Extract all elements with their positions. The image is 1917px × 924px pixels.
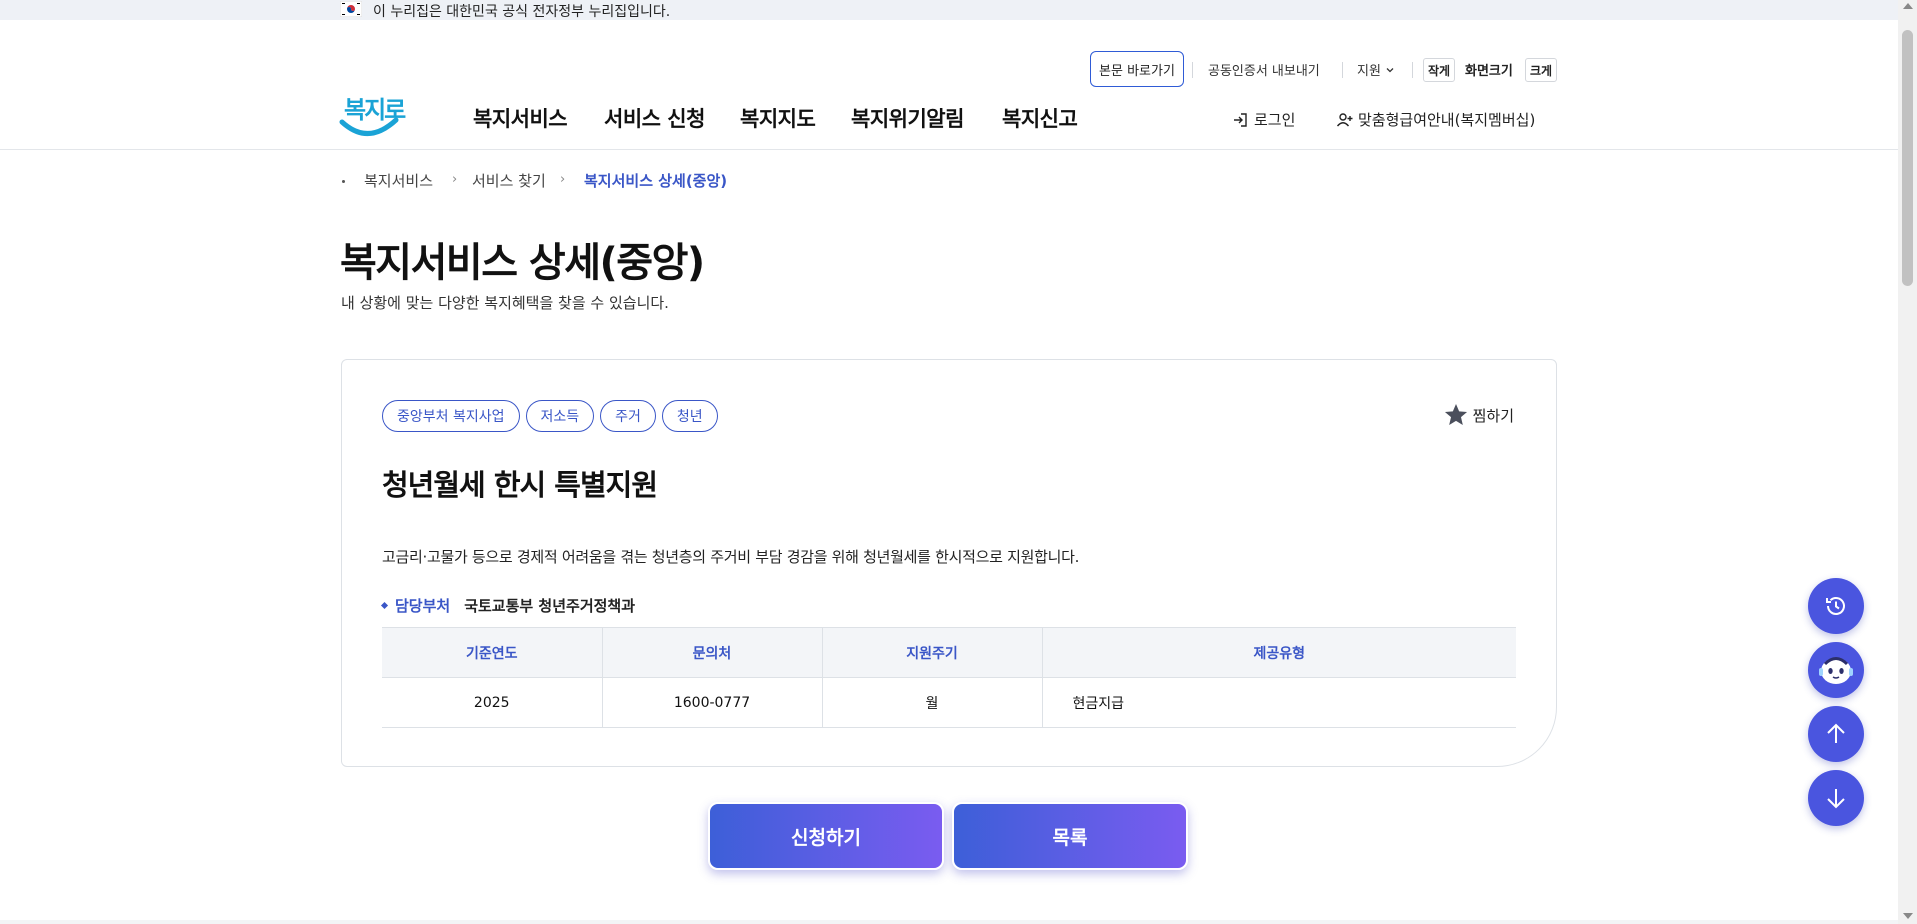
apply-button[interactable]: 신청하기 — [708, 802, 944, 870]
table-cell-type: 현금지급 — [1042, 677, 1516, 728]
breadcrumb-current: 복지서비스 상세(중앙) — [584, 172, 728, 190]
login-link[interactable]: 로그인 — [1232, 109, 1295, 130]
login-icon — [1234, 112, 1247, 127]
skip-to-content-button[interactable]: 본문 바로가기 — [1090, 51, 1184, 87]
gov-banner: 이 누리집은 대한민국 공식 전자정부 누리집입니다. — [0, 0, 1898, 20]
breadcrumb-item[interactable]: 복지서비스 — [364, 170, 433, 191]
font-large-button[interactable]: 크게 — [1525, 58, 1557, 82]
table-header: 기준연도 — [382, 627, 603, 678]
service-info-table: 기준연도 문의처 지원주기 제공유형 2025 1600-0777 월 현금지급 — [382, 627, 1516, 728]
chevron-down-icon — [1386, 67, 1394, 72]
table-header: 제공유형 — [1042, 627, 1516, 678]
service-tag: 주거 — [600, 400, 656, 432]
scroll-up-arrow-icon[interactable] — [1903, 3, 1913, 9]
arrow-down-icon — [1827, 789, 1845, 809]
chevron-right-icon: › — [452, 172, 458, 187]
font-size-label: 화면크기 — [1465, 64, 1513, 79]
page-bottom-edge — [0, 920, 1898, 924]
breadcrumb-item[interactable]: 서비스 찾기 — [472, 170, 546, 191]
table-row: 2025 1600-0777 월 현금지급 — [382, 677, 1516, 728]
service-tag: 청년 — [661, 400, 718, 432]
site-header: 본문 바로가기 공동인증서 내보내기 지원 작게 화면크기 크게 복지로 복지서… — [0, 20, 1898, 150]
site-logo[interactable]: 복지로 — [338, 90, 406, 142]
page-scrollbar[interactable] — [1898, 0, 1917, 924]
support-menu[interactable]: 지원 — [1357, 60, 1395, 79]
membership-link[interactable]: 맞춤형급여안내(복지멤버십) — [1336, 109, 1535, 130]
nav-welfare-report[interactable]: 복지신고 — [1002, 103, 1078, 133]
department-value: 국토교통부 청년주거정책과 — [464, 597, 636, 615]
service-description: 고금리·고물가 등으로 경제적 어려움을 겪는 청년층의 주거비 부담 경감을 … — [382, 548, 1080, 566]
scroll-bottom-button[interactable] — [1808, 770, 1864, 826]
page-description: 내 상황에 맞는 다양한 복지혜택을 찾을 수 있습니다. — [341, 294, 669, 312]
logo-smile-icon — [339, 117, 399, 136]
favorite-label: 찜하기 — [1472, 406, 1514, 425]
nav-welfare-service[interactable]: 복지서비스 — [473, 103, 568, 133]
table-header: 문의처 — [602, 627, 823, 678]
favorite-button[interactable]: 찜하기 — [1443, 402, 1514, 428]
list-button[interactable]: 목록 — [952, 802, 1188, 870]
user-add-icon — [1336, 112, 1353, 126]
history-icon — [1826, 597, 1845, 615]
util-divider — [1192, 62, 1193, 78]
table-cell-cycle: 월 — [822, 677, 1043, 728]
service-title: 청년월세 한시 특별지원 — [382, 468, 658, 502]
breadcrumb-home-dot — [342, 180, 345, 183]
star-icon — [1444, 403, 1467, 425]
korea-flag-icon — [340, 1, 362, 17]
table-cell-contact: 1600-0777 — [602, 677, 823, 728]
table-cell-year: 2025 — [382, 677, 603, 728]
service-detail-card: 중앙부처 복지사업 저소득 주거 청년 찜하기 청년월세 한시 특별지원 고금리… — [341, 359, 1557, 767]
util-divider — [1412, 62, 1413, 78]
scroll-top-button[interactable] — [1808, 706, 1864, 762]
service-tag: 중앙부처 복지사업 — [382, 400, 520, 432]
department-info: 담당부처 국토교통부 청년주거정책과 — [380, 595, 636, 616]
chatbot-icon — [1819, 657, 1853, 684]
gov-banner-text: 이 누리집은 대한민국 공식 전자정부 누리집입니다. — [373, 4, 671, 20]
font-small-button[interactable]: 작게 — [1423, 58, 1455, 82]
table-header-row: 기준연도 문의처 지원주기 제공유형 — [382, 627, 1516, 678]
table-header: 지원주기 — [822, 627, 1043, 678]
chatbot-button[interactable] — [1808, 642, 1864, 698]
recent-history-button[interactable] — [1808, 578, 1864, 634]
util-divider — [1342, 62, 1343, 78]
support-label: 지원 — [1357, 64, 1381, 79]
membership-label: 맞춤형급여안내(복지멤버십) — [1358, 111, 1536, 129]
login-label: 로그인 — [1254, 111, 1296, 129]
nav-service-apply[interactable]: 서비스 신청 — [604, 103, 705, 133]
scrollbar-thumb[interactable] — [1902, 30, 1913, 286]
page-title: 복지서비스 상세(중앙) — [340, 240, 705, 286]
diamond-bullet-icon — [380, 601, 389, 610]
chevron-right-icon: › — [560, 172, 566, 187]
scroll-down-arrow-icon[interactable] — [1903, 913, 1913, 919]
nav-welfare-map[interactable]: 복지지도 — [740, 103, 816, 133]
nav-crisis-alert[interactable]: 복지위기알림 — [851, 103, 964, 133]
cert-export-link[interactable]: 공동인증서 내보내기 — [1208, 60, 1320, 79]
department-label: 담당부처 — [395, 597, 451, 615]
service-tag: 저소득 — [525, 400, 595, 432]
arrow-up-icon — [1827, 723, 1845, 743]
service-tags: 중앙부처 복지사업 저소득 주거 청년 — [382, 400, 718, 432]
